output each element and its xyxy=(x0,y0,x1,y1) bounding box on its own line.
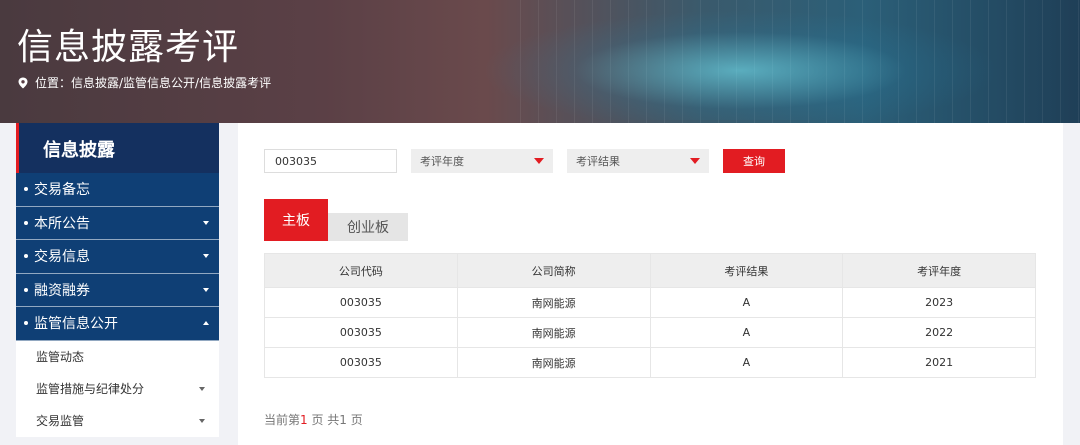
pager-prefix: 当前第 xyxy=(264,413,301,427)
table-row: 003035 南网能源 A 2021 xyxy=(264,347,1036,378)
bullet-icon xyxy=(24,321,28,326)
table-cell: 南网能源 xyxy=(456,287,651,318)
table-cell: 南网能源 xyxy=(456,347,651,378)
tab-main-board[interactable]: 主板 xyxy=(264,199,328,241)
column-header: 考评年度 xyxy=(842,253,1036,288)
sidebar-subitem-label: 监管措施与纪律处分 xyxy=(36,382,145,396)
sidebar-subitem-label: 交易监管 xyxy=(36,414,85,428)
year-select-label: 考评年度 xyxy=(420,155,464,168)
pager-mid: 页 共 xyxy=(307,413,340,427)
query-button[interactable]: 查询 xyxy=(723,149,785,173)
table-row: 003035 南网能源 A 2023 xyxy=(264,287,1036,318)
chevron-down-icon xyxy=(199,386,205,391)
table-cell: 2022 xyxy=(842,317,1036,348)
sidebar-item-announcements[interactable]: 本所公告 xyxy=(16,207,219,240)
table-cell: A xyxy=(649,287,844,318)
location-pin-icon xyxy=(18,77,28,88)
bullet-icon xyxy=(24,220,28,225)
sidebar-item-margin-trading[interactable]: 融资融券 xyxy=(16,274,219,307)
result-select-label: 考评结果 xyxy=(576,155,620,168)
sidebar-item-label: 交易信息 xyxy=(34,249,90,266)
breadcrumb-text[interactable]: 位置：信息披露/监管信息公开/信息披露考评 xyxy=(35,74,271,91)
pager-suffix: 页 xyxy=(346,413,363,427)
chevron-up-icon xyxy=(203,321,209,326)
sidebar-item-label: 融资融券 xyxy=(34,282,90,299)
chevron-down-icon xyxy=(203,254,209,259)
sidebar-item-label: 交易备忘 xyxy=(34,182,90,199)
chevron-down-icon xyxy=(203,287,209,292)
sidebar-item-label: 监管信息公开 xyxy=(34,316,118,333)
page-title: 信息披露考评 xyxy=(17,27,240,68)
chevron-down-icon xyxy=(199,418,205,423)
banner-glow xyxy=(480,10,1000,120)
sidebar-item-trade-info[interactable]: 交易信息 xyxy=(16,240,219,274)
sidebar-item-trade-memo[interactable]: 交易备忘 xyxy=(16,173,219,207)
evaluation-table: 公司代码 公司简称 考评结果 考评年度 003035 南网能源 A 2023 0… xyxy=(264,253,1036,378)
sidebar-item-regulatory-disclosure[interactable]: 监管信息公开 xyxy=(16,307,219,341)
table-cell: 南网能源 xyxy=(456,317,651,348)
dropdown-arrow-icon xyxy=(690,158,700,164)
table-cell: 2021 xyxy=(842,347,1036,378)
board-tabs: 主板 创业板 xyxy=(264,199,408,241)
table-cell: 003035 xyxy=(264,287,458,318)
table-cell: 003035 xyxy=(264,317,458,348)
filter-bar: 考评年度 考评结果 查询 xyxy=(264,149,785,173)
column-header: 公司代码 xyxy=(264,253,458,288)
column-header: 考评结果 xyxy=(649,253,844,288)
pager-current-page: 1 xyxy=(300,413,308,427)
company-code-input[interactable] xyxy=(264,149,397,173)
result-select[interactable]: 考评结果 xyxy=(567,149,709,173)
bullet-icon xyxy=(24,254,28,259)
table-cell: 003035 xyxy=(264,347,458,378)
table-cell: 2023 xyxy=(842,287,1036,318)
bullet-icon xyxy=(24,287,28,292)
sidebar-heading: 信息披露 xyxy=(16,123,219,173)
table-cell: A xyxy=(649,317,844,348)
pager-total-pages: 1 xyxy=(339,413,347,427)
main-content: 考评年度 考评结果 查询 主板 创业板 公司代码 公司简称 考评结果 考评年度 … xyxy=(238,123,1063,445)
tab-chinext[interactable]: 创业板 xyxy=(328,213,408,241)
sidebar-subitem-label: 监管动态 xyxy=(36,350,85,364)
sidebar-nav: 交易备忘 本所公告 交易信息 融资融券 监管信息公开 xyxy=(16,173,219,341)
table-header-row: 公司代码 公司简称 考评结果 考评年度 xyxy=(264,253,1036,288)
page-banner: 信息披露考评 位置：信息披露/监管信息公开/信息披露考评 xyxy=(0,0,1080,123)
sidebar-subitem-trade-supervision[interactable]: 交易监管 xyxy=(16,405,219,437)
dropdown-arrow-icon xyxy=(534,158,544,164)
column-header: 公司简称 xyxy=(456,253,651,288)
sidebar-subitem-measures-discipline[interactable]: 监管措施与纪律处分 xyxy=(16,373,219,405)
table-row: 003035 南网能源 A 2022 xyxy=(264,317,1036,348)
chevron-down-icon xyxy=(203,220,209,225)
table-cell: A xyxy=(649,347,844,378)
pagination-info: 当前第1 页 共1 页 xyxy=(264,411,363,428)
sidebar-item-label: 本所公告 xyxy=(34,215,90,232)
sidebar-submenu: 监管动态 监管措施与纪律处分 交易监管 xyxy=(16,340,219,437)
bullet-icon xyxy=(24,187,28,192)
year-select[interactable]: 考评年度 xyxy=(411,149,553,173)
breadcrumb: 位置：信息披露/监管信息公开/信息披露考评 xyxy=(17,74,271,91)
sidebar-subitem-regulatory-news[interactable]: 监管动态 xyxy=(16,341,219,373)
sidebar: 信息披露 交易备忘 本所公告 交易信息 融资融券 监管信息公开 监管动态 监管措… xyxy=(16,123,219,445)
